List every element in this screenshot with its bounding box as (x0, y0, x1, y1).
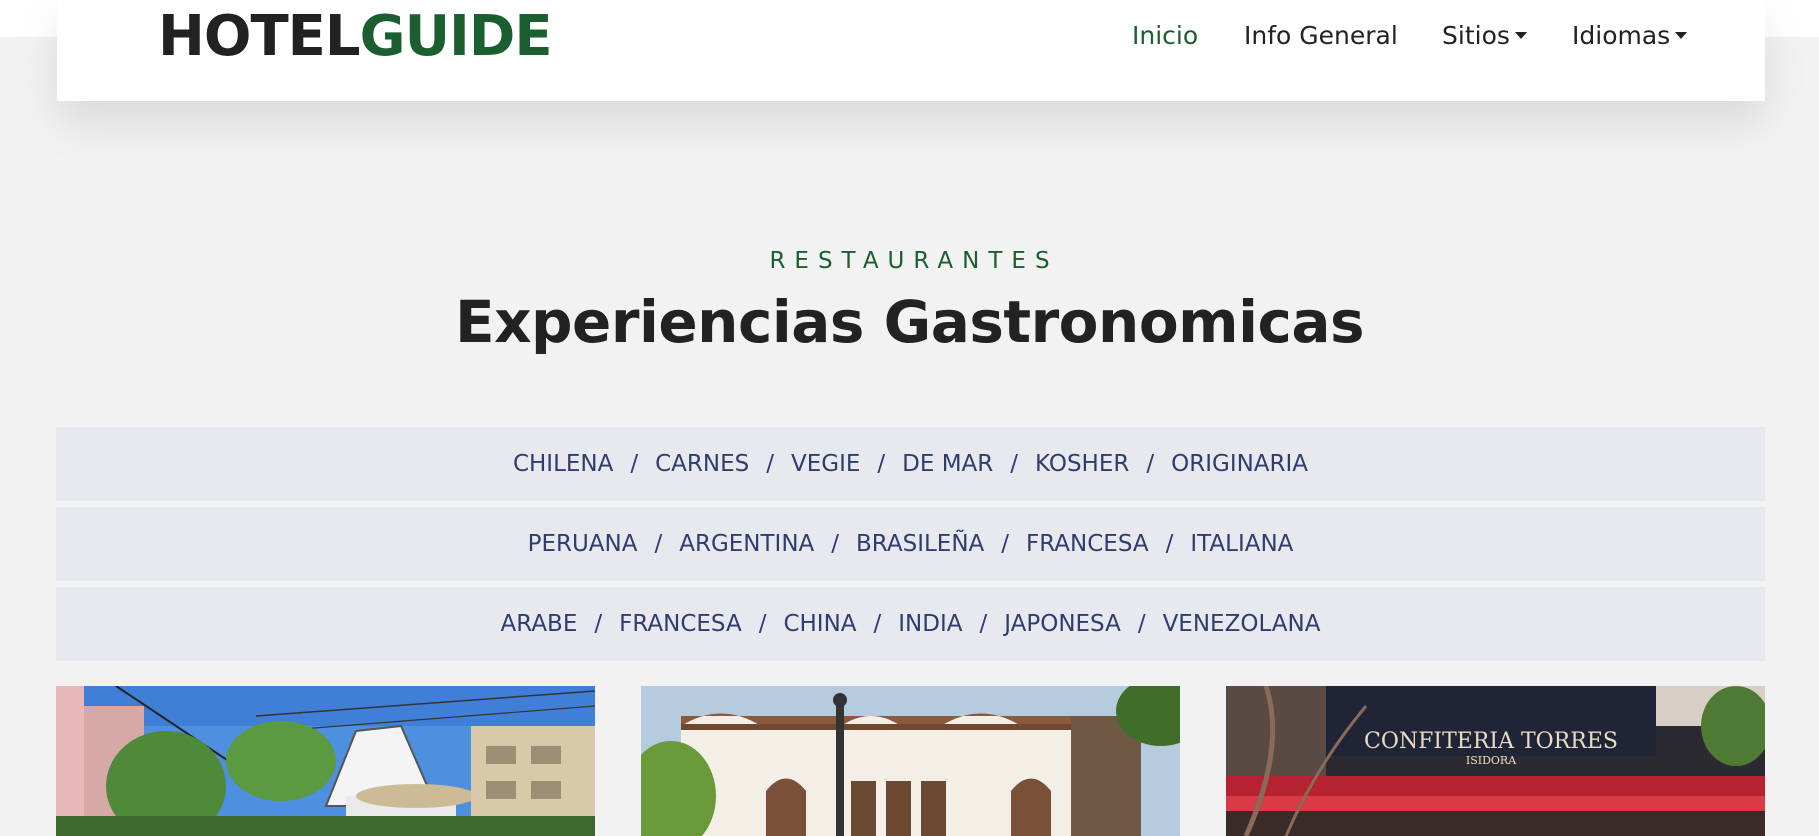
category-link-italiana[interactable]: ITALIANA (1190, 531, 1293, 557)
confiteria-photo: CONFITERIA TORRES ISIDORA (1226, 686, 1765, 836)
category-separator: / (979, 611, 988, 637)
category-link-argentina[interactable]: ARGENTINA (679, 531, 814, 557)
category-link-francesa[interactable]: FRANCESA (619, 611, 742, 637)
logo-part-guide: GUIDE (359, 4, 553, 69)
nav-sitios-dropdown[interactable]: Sitios (1442, 18, 1527, 54)
category-link-brasilena[interactable]: BRASILEÑA (856, 531, 984, 557)
category-link-china[interactable]: CHINA (783, 611, 856, 637)
caret-down-icon (1675, 31, 1688, 39)
logo-part-hotel: HOTEL (158, 4, 361, 69)
nav-sitios-label: Sitios (1442, 21, 1510, 50)
category-separator: / (873, 611, 882, 637)
category-link-india[interactable]: INDIA (898, 611, 962, 637)
category-separator: / (594, 611, 603, 637)
nav-idiomas-label: Idiomas (1572, 21, 1671, 50)
section-title: Experiencias Gastronomicas (454, 288, 1365, 356)
nav-info-general[interactable]: Info General (1244, 18, 1398, 54)
caret-down-icon (1514, 31, 1527, 39)
navbar: HOTELGUIDE Inicio Info General Sitios Id… (57, 0, 1765, 101)
sign-text-2: ISIDORA (1466, 754, 1517, 767)
logo[interactable]: HOTELGUIDE (158, 4, 553, 69)
nav-idiomas-dropdown[interactable]: Idiomas (1572, 18, 1688, 54)
category-separator: / (1165, 531, 1174, 557)
category-separator: / (758, 611, 767, 637)
restaurant-card-1[interactable] (56, 686, 595, 836)
category-link-japonesa[interactable]: JAPONESA (1004, 611, 1121, 637)
restaurant-house-photo (56, 686, 595, 836)
category-separator: / (1137, 611, 1146, 637)
category-separator: / (831, 531, 840, 557)
category-link-vegie[interactable]: VEGIE (791, 451, 860, 477)
category-separator: / (630, 451, 639, 477)
category-separator: / (1146, 451, 1155, 477)
category-separator: / (766, 451, 774, 477)
category-link-chilena[interactable]: CHILENA (513, 451, 613, 477)
nav-inicio[interactable]: Inicio (1132, 18, 1198, 54)
category-link-francesa[interactable]: FRANCESA (1026, 531, 1149, 557)
category-separator: / (654, 531, 663, 557)
section-eyebrow: RESTAURANTES (769, 248, 1059, 274)
category-link-venezolana[interactable]: VENEZOLANA (1163, 611, 1321, 637)
sign-text-1: CONFITERIA TORRES (1364, 729, 1618, 754)
category-link-arabe[interactable]: ARABE (501, 611, 578, 637)
category-link-kosher[interactable]: KOSHER (1035, 451, 1129, 477)
category-link-carnes[interactable]: CARNES (655, 451, 749, 477)
category-separator: / (1001, 531, 1010, 557)
category-row-1: CHILENA / CARNES / VEGIE / DE MAR / KOSH… (56, 427, 1765, 501)
category-link-originaria[interactable]: ORIGINARIA (1171, 451, 1308, 477)
category-separator: / (1010, 451, 1019, 477)
category-link-de-mar[interactable]: DE MAR (902, 451, 993, 477)
category-row-2: PERUANA / ARGENTINA / BRASILEÑA / FRANCE… (56, 507, 1765, 581)
category-row-3: ARABE / FRANCESA / CHINA / INDIA / JAPON… (56, 587, 1765, 661)
category-link-peruana[interactable]: PERUANA (528, 531, 638, 557)
restaurant-card-3[interactable]: CONFITERIA TORRES ISIDORA (1226, 686, 1765, 836)
colonial-building-photo (641, 686, 1180, 836)
restaurant-card-2[interactable] (641, 686, 1180, 836)
category-separator: / (877, 451, 886, 477)
